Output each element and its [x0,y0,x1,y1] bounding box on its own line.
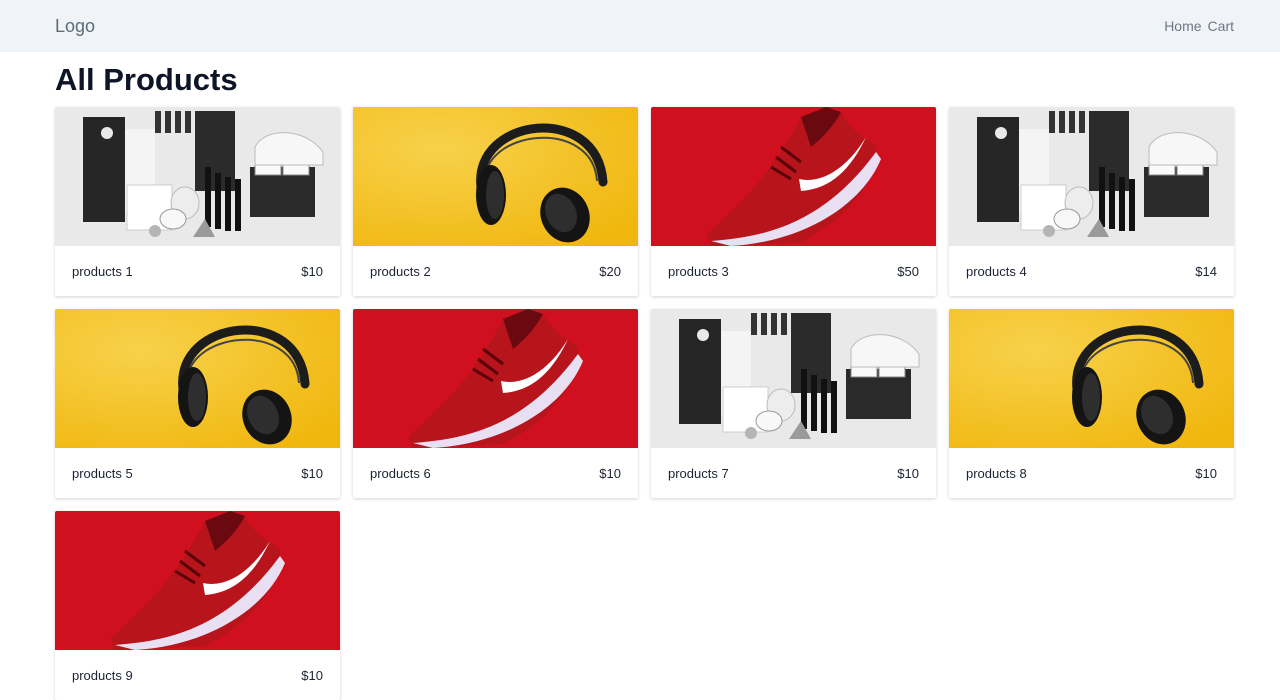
product-price: $10 [301,263,323,279]
product-footer: products 3 $50 [651,246,936,296]
product-card[interactable]: products 2 $20 [353,107,638,296]
navbar: Logo Home Cart [0,0,1280,52]
product-card[interactable]: products 5 $10 [55,309,340,498]
product-name: products 4 [966,263,1027,279]
product-card[interactable]: products 6 $10 [353,309,638,498]
product-name: products 5 [72,465,133,481]
product-name: products 2 [370,263,431,279]
product-card[interactable]: products 8 $10 [949,309,1234,498]
product-footer: products 4 $14 [949,246,1234,296]
nav-link-home[interactable]: Home [1164,18,1201,34]
product-price: $10 [897,465,919,481]
product-image[interactable] [353,107,638,246]
product-name: products 7 [668,465,729,481]
product-card[interactable]: products 9 $10 [55,511,340,700]
product-footer: products 9 $10 [55,650,340,700]
product-price: $10 [301,465,323,481]
product-image[interactable] [55,309,340,448]
product-name: products 1 [72,263,133,279]
nav-links: Home Cart [1164,18,1234,34]
product-price: $14 [1195,263,1217,279]
product-footer: products 1 $10 [55,246,340,296]
product-name: products 9 [72,667,133,683]
product-footer: products 7 $10 [651,448,936,498]
product-image[interactable] [353,309,638,448]
product-price: $10 [1195,465,1217,481]
product-image[interactable] [55,107,340,246]
page-title: All Products [55,62,238,97]
product-price: $10 [599,465,621,481]
product-image[interactable] [949,107,1234,246]
product-card[interactable]: products 3 $50 [651,107,936,296]
product-card[interactable]: products 1 $10 [55,107,340,296]
product-footer: products 5 $10 [55,448,340,498]
product-image[interactable] [651,309,936,448]
product-footer: products 6 $10 [353,448,638,498]
product-image[interactable] [949,309,1234,448]
product-name: products 3 [668,263,729,279]
product-card[interactable]: products 7 $10 [651,309,936,498]
product-name: products 8 [966,465,1027,481]
product-price: $20 [599,263,621,279]
product-card[interactable]: products 4 $14 [949,107,1234,296]
product-price: $10 [301,667,323,683]
product-image[interactable] [651,107,936,246]
product-footer: products 2 $20 [353,246,638,296]
product-name: products 6 [370,465,431,481]
nav-link-cart[interactable]: Cart [1208,18,1234,34]
product-image[interactable] [55,511,340,650]
product-footer: products 8 $10 [949,448,1234,498]
product-price: $50 [897,263,919,279]
product-grid: products 1 $10 products 2 $20 products 3 $5… [55,107,1234,700]
logo[interactable]: Logo [55,16,95,37]
